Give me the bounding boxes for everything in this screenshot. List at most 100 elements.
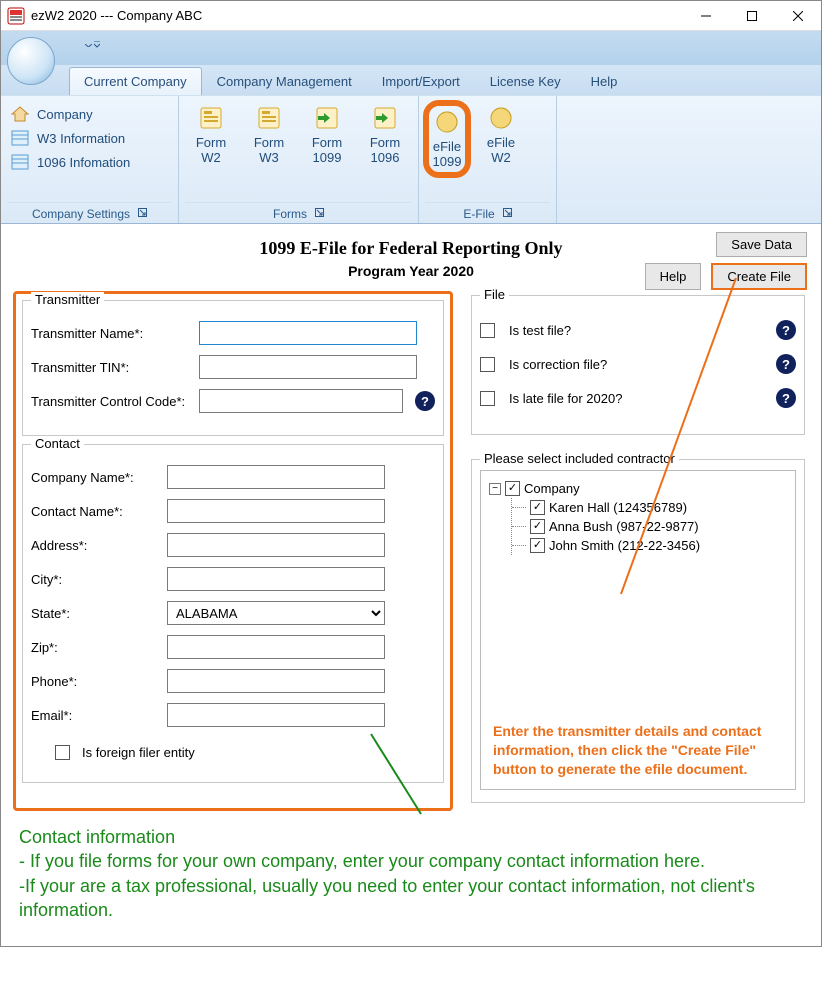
root-checkbox[interactable]: ✓ <box>505 481 520 496</box>
company-name-input[interactable] <box>167 465 385 489</box>
form-w3-button[interactable]: FormW3 <box>245 104 293 166</box>
is-late-label: Is late file for 2020? <box>509 391 764 406</box>
ribbon-tabbar: Current Company Company Management Impor… <box>1 65 821 95</box>
close-button[interactable] <box>775 1 821 30</box>
transmitter-legend: Transmitter <box>31 292 104 307</box>
email-label: Email*: <box>31 708 161 723</box>
ribbon-group-settings: Company W3 Information 109 <box>1 96 179 223</box>
form-w3-line1: Form <box>254 135 284 150</box>
form-w2-button[interactable]: FormW2 <box>187 104 235 166</box>
left-column: Transmitter Transmitter Name*: Transmitt… <box>13 291 453 811</box>
contractor-label: Karen Hall (124356789) <box>549 500 687 515</box>
contractor-checkbox[interactable]: ✓ <box>530 500 545 515</box>
tab-help[interactable]: Help <box>576 67 633 95</box>
address-label: Address*: <box>31 538 161 553</box>
phone-label: Phone*: <box>31 674 161 689</box>
tree-item[interactable]: ✓ Karen Hall (124356789) <box>512 498 787 517</box>
ribbon-group-efile-label: E-File <box>463 207 494 221</box>
is-late-checkbox[interactable] <box>480 391 495 406</box>
help-icon[interactable]: ? <box>415 391 435 411</box>
help-icon[interactable]: ? <box>776 320 796 340</box>
save-data-button[interactable]: Save Data <box>716 232 807 257</box>
state-select[interactable]: ALABAMA <box>167 601 385 625</box>
tab-company-management[interactable]: Company Management <box>202 67 367 95</box>
transmitter-tin-input[interactable] <box>199 355 417 379</box>
contractor-checkbox[interactable]: ✓ <box>530 538 545 553</box>
help-icon[interactable]: ? <box>776 388 796 408</box>
nav-1096-info[interactable]: 1096 Infomation <box>11 154 130 170</box>
contractor-checkbox[interactable]: ✓ <box>530 519 545 534</box>
transmitter-fieldset: Transmitter Transmitter Name*: Transmitt… <box>22 300 444 436</box>
nav-company[interactable]: Company <box>11 106 130 122</box>
state-label: State*: <box>31 606 161 621</box>
sheet-icon <box>11 154 29 170</box>
ribbon-group-settings-label: Company Settings <box>32 207 130 221</box>
tab-current-company[interactable]: Current Company <box>69 67 202 95</box>
titlebar: ezW2 2020 --- Company ABC <box>1 1 821 31</box>
email-input[interactable] <box>167 703 385 727</box>
green-line1: - If you file forms for your own company… <box>19 849 803 873</box>
maximize-button[interactable] <box>729 1 775 30</box>
city-label: City*: <box>31 572 161 587</box>
contact-fieldset: Contact Company Name*: Contact Name*: Ad… <box>22 444 444 783</box>
create-file-button[interactable]: Create File <box>711 263 807 290</box>
efile-w2-line2: W2 <box>491 150 511 165</box>
efile-1099-line2: 1099 <box>433 154 462 169</box>
transmitter-name-label: Transmitter Name*: <box>31 326 193 341</box>
form-import-icon <box>313 104 341 132</box>
is-correction-checkbox[interactable] <box>480 357 495 372</box>
contractor-fieldset: Please select included contractor − ✓ Co… <box>471 459 805 803</box>
collapse-icon[interactable]: − <box>489 483 501 495</box>
help-button[interactable]: Help <box>645 263 702 290</box>
form-1099-button[interactable]: Form1099 <box>303 104 351 166</box>
ribbon-group-forms-label: Forms <box>273 207 307 221</box>
form-w3-line2: W3 <box>259 150 279 165</box>
tab-license-key[interactable]: License Key <box>475 67 576 95</box>
minimize-button[interactable] <box>683 1 729 30</box>
tree-root-item[interactable]: − ✓ Company <box>489 479 787 498</box>
form-icon <box>255 104 283 132</box>
app-orb-button[interactable] <box>7 37 55 85</box>
contact-name-input[interactable] <box>167 499 385 523</box>
phone-input[interactable] <box>167 669 385 693</box>
app-window: ezW2 2020 --- Company ABC Current Compan… <box>0 0 822 947</box>
zip-input[interactable] <box>167 635 385 659</box>
efile-w2-button[interactable]: eFileW2 <box>477 104 525 166</box>
right-column: File Is test file? ? Is correction file?… <box>467 291 809 811</box>
green-heading: Contact information <box>19 825 803 849</box>
quick-access-toolbar <box>1 31 821 65</box>
ribbon: Current Company Company Management Impor… <box>1 31 821 224</box>
foreign-checkbox[interactable] <box>55 745 70 760</box>
ribbon-body: Company W3 Information 109 <box>1 95 821 223</box>
efile-1099-button[interactable]: eFile1099 <box>423 100 471 178</box>
dialog-launcher-icon[interactable] <box>503 208 512 220</box>
green-annotation: Contact information - If you file forms … <box>13 825 809 922</box>
dialog-launcher-icon[interactable] <box>315 208 324 220</box>
form-1099-line2: 1099 <box>313 150 342 165</box>
globe-icon <box>433 108 461 136</box>
nav-w3-label: W3 Information <box>37 131 125 146</box>
nav-w3-info[interactable]: W3 Information <box>11 130 130 146</box>
contractor-tree[interactable]: − ✓ Company ✓ Karen Hall (124356789) <box>480 470 796 790</box>
dialog-launcher-icon[interactable] <box>138 208 147 220</box>
green-line2: -If your are a tax professional, usually… <box>19 874 803 923</box>
address-input[interactable] <box>167 533 385 557</box>
contact-name-label: Contact Name*: <box>31 504 161 519</box>
form-1096-button[interactable]: Form1096 <box>361 104 409 166</box>
transmitter-name-input[interactable] <box>199 321 417 345</box>
content-area: 1099 E-File for Federal Reporting Only P… <box>1 224 821 946</box>
help-icon[interactable]: ? <box>776 354 796 374</box>
contractor-legend: Please select included contractor <box>480 451 679 466</box>
tab-import-export[interactable]: Import/Export <box>367 67 475 95</box>
sheet-icon <box>11 130 29 146</box>
tree-item[interactable]: ✓ John Smith (212-22-3456) <box>512 536 787 555</box>
qat-dropdown-icon[interactable] <box>85 33 100 49</box>
is-test-checkbox[interactable] <box>480 323 495 338</box>
city-input[interactable] <box>167 567 385 591</box>
app-icon <box>7 7 25 25</box>
tree-root-label: Company <box>524 481 580 496</box>
form-1099-line1: Form <box>312 135 342 150</box>
company-name-label: Company Name*: <box>31 470 161 485</box>
transmitter-tcc-input[interactable] <box>199 389 403 413</box>
tree-item[interactable]: ✓ Anna Bush (987-22-9877) <box>512 517 787 536</box>
